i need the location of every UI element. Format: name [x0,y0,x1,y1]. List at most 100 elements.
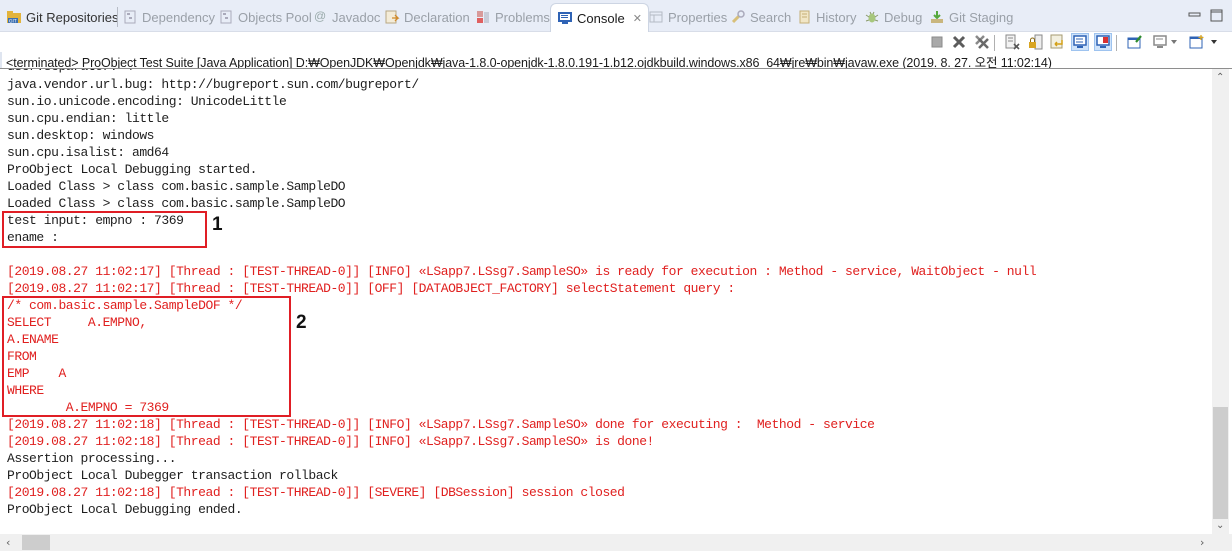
console-line-stdout: ProObject Local Debugging started. [7,162,257,177]
display-console-icon [1153,35,1167,48]
remove-all-terminated-icon [975,35,989,49]
scrollbar-corner [1212,534,1232,551]
tab-search[interactable]: Search [730,4,791,30]
tab-debug[interactable]: Debug [864,4,922,30]
show-stderr-icon [1096,35,1110,48]
tab-label: Console [577,10,625,26]
console-line-stdout: Loaded Class > class com.basic.sample.Sa… [7,179,346,194]
console-line-stdout: Loaded Class > class com.basic.sample.Sa… [7,196,346,211]
open-console-dropdown[interactable] [1208,33,1220,51]
tab-problems[interactable]: Problems [475,4,550,30]
tab-separator [117,7,118,27]
console-line-stderr: [2019.08.27 11:02:17] [Thread : [TEST-TH… [7,281,735,296]
console-line-stderr: [2019.08.27 11:02:17] [Thread : [TEST-TH… [7,264,1037,279]
debug-icon [864,9,880,25]
dependency-icon [122,9,138,25]
annotation-box-1 [2,211,207,248]
chevron-down-icon [1211,40,1217,44]
console-icon [557,10,573,26]
clear-console-button[interactable] [1003,33,1021,51]
annotation-box-2 [2,296,291,417]
open-console-icon [1189,35,1204,49]
git-staging-icon [929,9,945,25]
show-console-on-stderr-button[interactable] [1094,33,1112,51]
scroll-right-arrow-icon[interactable]: › [1200,536,1204,549]
annotation-label-1: 1 [212,214,223,235]
open-console-button[interactable] [1188,33,1206,51]
tab-git-repositories[interactable]: GIT Git Repositories [6,4,118,30]
word-wrap-button[interactable] [1049,33,1067,51]
problems-icon [475,9,491,25]
console-line-stderr: [2019.08.27 11:02:18] [Thread : [TEST-TH… [7,434,654,449]
remove-all-terminated-button[interactable] [973,33,991,51]
objects-pool-icon [218,9,234,25]
tab-console[interactable]: Console ✕ [550,3,649,32]
pin-console-icon [1127,35,1142,49]
remove-launch-button[interactable] [950,33,968,51]
console-line-stderr: [2019.08.27 11:02:18] [Thread : [TEST-TH… [7,417,875,432]
minimize-icon [1188,12,1201,17]
vertical-scrollbar[interactable]: ⌃ ⌄ [1212,69,1229,534]
tab-label: Properties [668,9,728,25]
stop-icon [931,36,943,48]
scroll-up-arrow-icon[interactable]: ⌃ [1216,72,1224,83]
tab-history[interactable]: History [796,4,856,30]
tab-label: Javadoc [332,9,381,25]
declaration-icon [384,9,400,25]
scroll-down-arrow-icon[interactable]: ⌄ [1216,520,1224,531]
console-line-stdout: java.vendor.url.bug: http://bugreport.su… [7,77,419,92]
tab-git-staging[interactable]: Git Staging [929,4,1013,30]
annotation-label-2: 2 [296,312,307,333]
console-line-stdout: Assertion processing... [7,451,177,466]
console-line-stdout: sun.desktop: windows [7,128,155,143]
tab-label: Dependency [142,9,215,25]
console-line-stdout: sun.cpu.isalist: amd64 [7,145,169,160]
console-line-stderr: [2019.08.27 11:02:18] [Thread : [TEST-TH… [7,485,625,500]
terminate-button[interactable] [928,33,946,51]
process-description-label: <terminated> ProObject Test Suite [Java … [6,56,1052,70]
console-toolbar [0,32,1232,52]
pin-console-button[interactable] [1126,33,1144,51]
tab-label: History [816,9,857,25]
chevron-down-icon [1171,40,1177,44]
close-tab-icon[interactable]: ✕ [633,12,642,25]
tab-label: Declaration [404,9,470,25]
maximize-icon [1210,9,1223,22]
tab-javadoc[interactable]: @ Javadoc [314,4,380,30]
show-console-on-stdout-button[interactable] [1071,33,1089,51]
search-icon [730,9,746,25]
tab-objects-pool[interactable]: Objects Pool [218,4,312,30]
console-line-clipped: user.separator: \ [7,69,132,75]
console-line-stdout: ProObject Local Debugging ended. [7,502,243,517]
remove-launch-icon [952,35,966,49]
vertical-scroll-thumb[interactable] [1213,407,1228,519]
tab-label: Git Staging [949,9,1014,25]
horizontal-scrollbar[interactable]: ‹ › [0,534,1212,551]
console-line-stdout: sun.io.unicode.encoding: UnicodeLittle [7,94,287,109]
tab-label: Debug [884,9,923,25]
scroll-lock-button[interactable] [1026,33,1044,51]
svg-text:GIT: GIT [9,19,17,25]
toolbar-separator [994,35,995,51]
word-wrap-icon [1050,34,1063,49]
clear-console-icon [1005,34,1020,50]
toolbar-separator [1116,35,1117,51]
maximize-view-button[interactable] [1210,9,1224,23]
tab-label: Objects Pool [238,9,312,25]
git-repositories-icon: GIT [6,9,22,25]
tab-label: Search [750,9,792,25]
tab-label: Problems [495,9,550,25]
tab-declaration[interactable]: Declaration [384,4,470,30]
tab-properties[interactable]: Properties [648,4,727,30]
console-line-stdout: sun.cpu.endian: little [7,111,169,126]
scroll-left-arrow-icon[interactable]: ‹ [6,536,10,549]
display-selected-console-button[interactable] [1151,33,1169,51]
console-line-stdout: ProObject Local Dubegger transaction rol… [7,468,338,483]
show-stdout-icon [1073,35,1087,48]
history-icon [796,9,812,25]
tab-dependency[interactable]: Dependency [122,4,215,30]
horizontal-scroll-thumb[interactable] [22,535,50,550]
display-console-dropdown[interactable] [1168,33,1180,51]
minimize-view-button[interactable] [1188,9,1202,23]
properties-icon [648,9,664,25]
